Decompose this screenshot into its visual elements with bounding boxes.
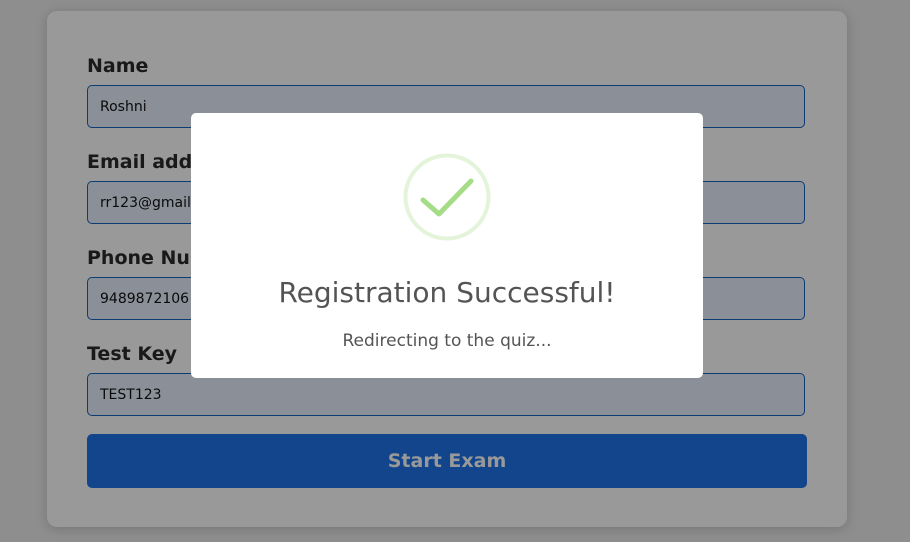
- dialog-message: Redirecting to the quiz...: [342, 331, 552, 351]
- checkmark-icon: [403, 153, 491, 241]
- dialog-title: Registration Successful!: [278, 276, 616, 309]
- success-dialog: Registration Successful! Redirecting to …: [191, 113, 703, 378]
